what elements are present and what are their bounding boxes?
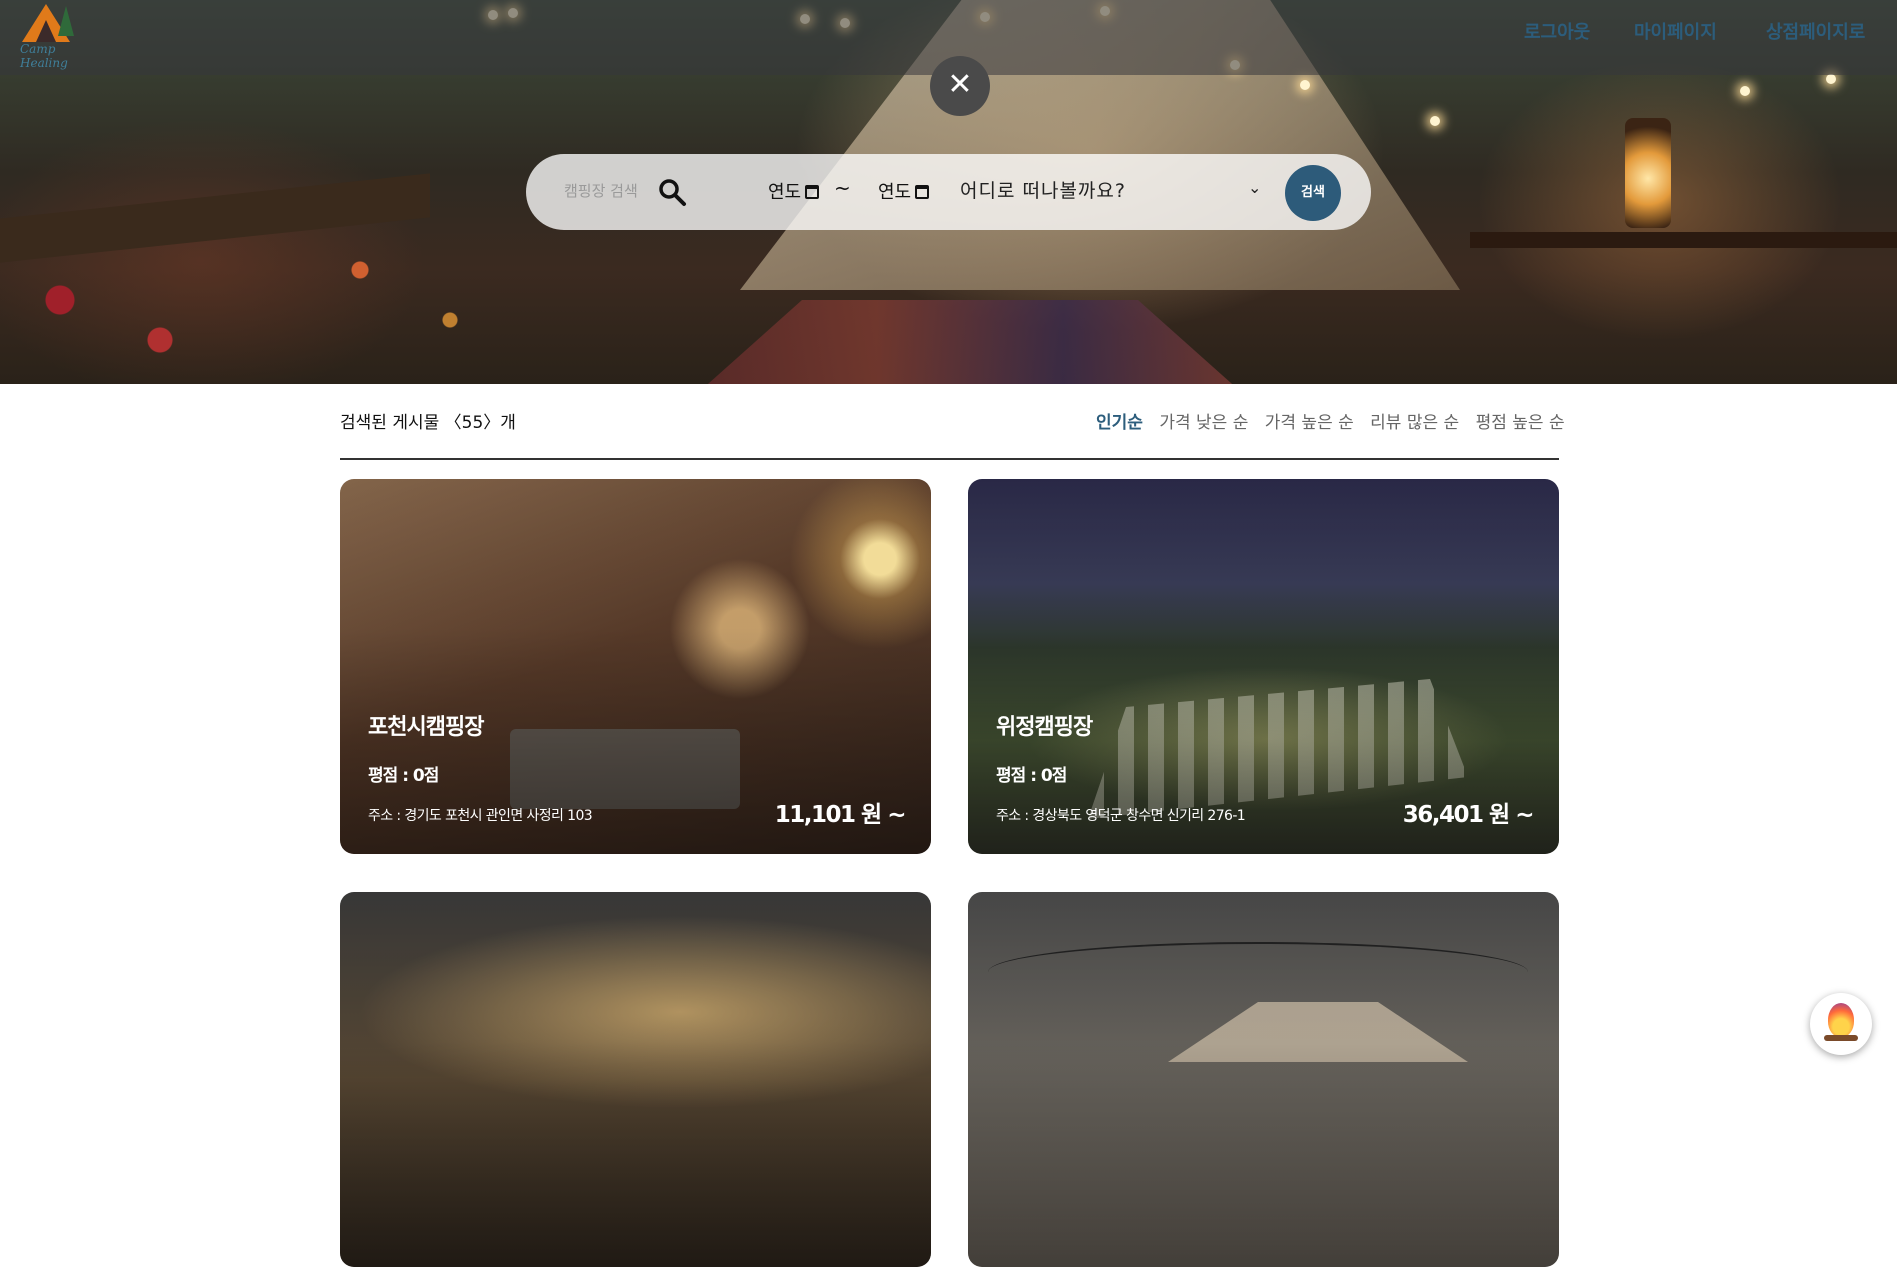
chatbot-button[interactable] xyxy=(1810,993,1872,1055)
tent-door-icon xyxy=(36,20,56,42)
start-date-label: 연도 xyxy=(768,182,802,203)
mypage-link[interactable]: 마이페이지 xyxy=(1634,18,1717,44)
sort-price-low[interactable]: 가격 낮은 순 xyxy=(1159,413,1248,433)
calendar-icon[interactable] xyxy=(915,185,930,199)
close-icon: ✕ xyxy=(947,67,973,102)
sort-reviews[interactable]: 리뷰 많은 순 xyxy=(1370,413,1459,433)
calendar-icon[interactable] xyxy=(805,185,820,199)
result-count-prefix: 검색된 게시물 xyxy=(340,413,445,433)
keyword-search-input[interactable]: 캠핑장 검색 xyxy=(564,180,648,201)
destination-select[interactable]: 어디로 떠나볼까요? xyxy=(960,176,1126,203)
result-count-open: 〈 xyxy=(444,413,462,433)
date-range-separator: ~ xyxy=(834,176,851,200)
logo-text: Camp Healing xyxy=(20,42,68,70)
search-bar: 캠핑장 검색 연도 ~ 연도 어디로 떠나볼까요? ⌄ 검색 xyxy=(526,154,1371,230)
sort-options: 인기순 가격 낮은 순 가격 높은 순 리뷰 많은 순 평점 높은 순 xyxy=(1096,408,1576,433)
card-title: 포천시캠핑장 xyxy=(368,715,484,740)
store-page-link[interactable]: 상점페이지로 xyxy=(1766,18,1865,44)
result-count-number: 55 xyxy=(461,413,484,433)
sort-rating[interactable]: 평점 높은 순 xyxy=(1476,413,1565,433)
campfire-icon xyxy=(1828,1003,1854,1037)
hero-table xyxy=(1470,232,1897,248)
card-rating: 평점 : 0점 xyxy=(368,766,439,786)
end-date-label: 연도 xyxy=(878,182,912,203)
search-icon[interactable] xyxy=(656,176,688,208)
hero-rug xyxy=(690,300,1250,384)
sort-popular[interactable]: 인기순 xyxy=(1096,413,1143,433)
results-divider xyxy=(340,458,1559,460)
campsite-card[interactable]: 위정캠핑장 평점 : 0점 주소 : 경상북도 영덕군 창수면 신기리 276-… xyxy=(968,479,1559,854)
close-search-button[interactable]: ✕ xyxy=(930,56,990,116)
card-rating: 평점 : 0점 xyxy=(996,766,1067,786)
card-price: 11,101 원 ~ xyxy=(774,802,907,828)
camp-healing-logo[interactable]: Camp Healing xyxy=(18,2,78,72)
card-address: 주소 : 경상북도 영덕군 창수면 신기리 276-1 xyxy=(996,808,1246,824)
chevron-down-icon[interactable]: ⌄ xyxy=(1248,178,1261,197)
campsite-card[interactable]: 포천시캠핑장 평점 : 0점 주소 : 경기도 포천시 관인면 사정리 103 … xyxy=(340,479,931,854)
end-date-input[interactable]: 연도 xyxy=(878,178,930,204)
campfire-logs xyxy=(1824,1035,1858,1041)
card-title: 위정캠핑장 xyxy=(996,715,1093,740)
sort-price-high[interactable]: 가격 높은 순 xyxy=(1265,413,1354,433)
result-count-close: 〉 xyxy=(483,413,501,433)
search-submit-button[interactable]: 검색 xyxy=(1285,165,1341,221)
result-count-suffix: 개 xyxy=(500,413,516,433)
logout-link[interactable]: 로그아웃 xyxy=(1524,18,1590,44)
tree-logo-icon xyxy=(58,6,74,36)
card-address: 주소 : 경기도 포천시 관인면 사정리 103 xyxy=(368,808,593,824)
result-count: 검색된 게시물 〈55〉개 xyxy=(340,408,516,433)
card-price: 36,401 원 ~ xyxy=(1402,802,1535,828)
start-date-input[interactable]: 연도 xyxy=(768,178,820,204)
